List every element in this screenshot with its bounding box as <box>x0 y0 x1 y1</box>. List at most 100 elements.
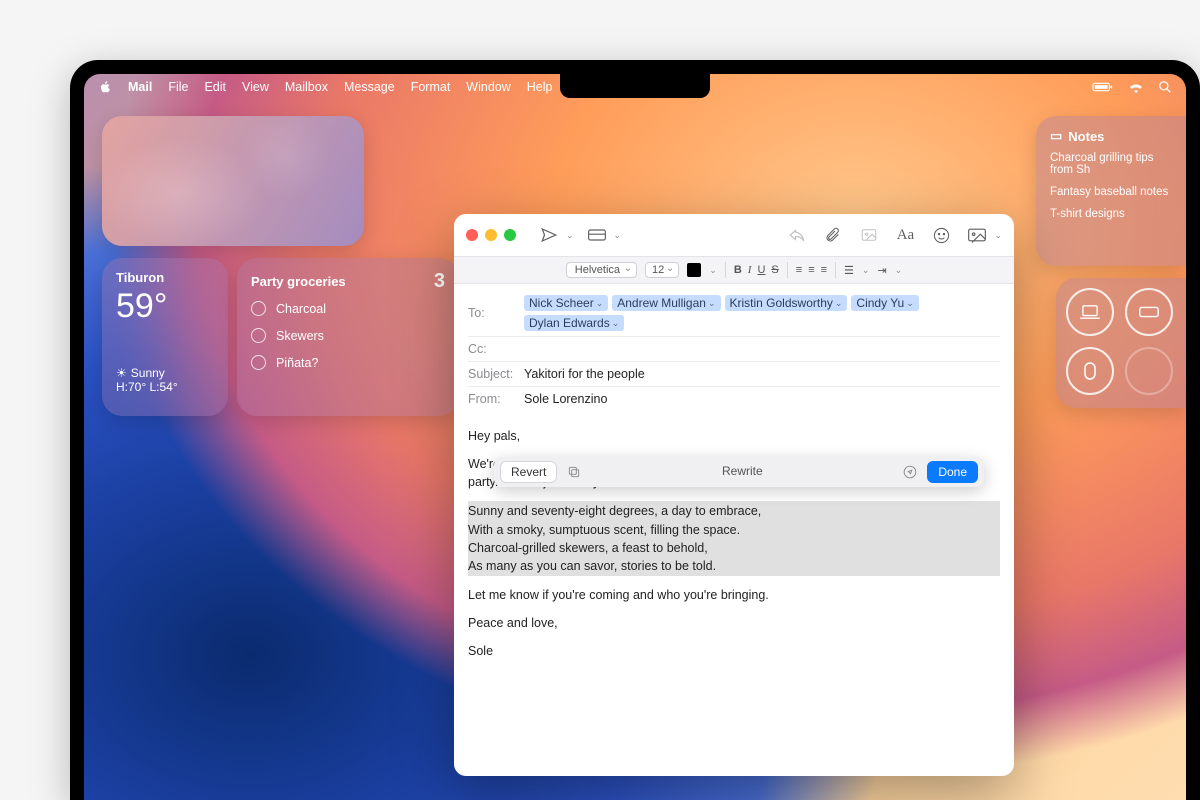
align-right-icon[interactable]: ≡ <box>821 264 827 276</box>
folder-icon: ▭ <box>1050 128 1062 144</box>
keyboard-device-icon[interactable] <box>1125 288 1173 336</box>
copy-icon[interactable] <box>565 465 583 479</box>
body-signature: Sole <box>468 642 1000 660</box>
notes-widget[interactable]: ▭Notes Charcoal grilling tips from Sh Fa… <box>1036 116 1186 266</box>
reminders-widget[interactable]: Party groceries 3 Charcoal Skewers Piñat… <box>237 258 459 416</box>
italic-button[interactable]: I <box>748 264 752 276</box>
reminder-item[interactable]: Skewers <box>251 328 445 343</box>
mouse-device-icon[interactable] <box>1066 347 1114 395</box>
compose-toolbar: ⌄ ⌄ Aa ⌄ <box>454 214 1014 256</box>
format-bar: Helvetica 12 ⌄ B I U S ≡ ≡ ≡ ☰ ⌄ <box>454 256 1014 284</box>
window-controls <box>466 229 516 241</box>
spotlight-icon[interactable] <box>1158 80 1172 94</box>
minimize-button[interactable] <box>485 229 497 241</box>
align-left-icon[interactable]: ≡ <box>796 264 802 276</box>
weather-widget[interactable]: Tiburon 59° ☀︎ Sunny H:70° L:54° <box>102 258 228 416</box>
header-fields-button[interactable] <box>584 222 610 248</box>
from-field[interactable]: Sole Lorenzino <box>524 392 607 406</box>
chevron-down-icon[interactable]: ⌄ <box>994 230 1002 241</box>
apple-menu-icon[interactable] <box>98 80 112 94</box>
menubar-item-view[interactable]: View <box>242 80 269 94</box>
reminders-title: Party groceries <box>251 274 346 289</box>
recipient-token[interactable]: Nick Scheer <box>524 295 608 311</box>
subject-field[interactable]: Yakitori for the people <box>524 367 645 381</box>
chevron-down-icon[interactable]: ⌄ <box>709 265 717 276</box>
desktop-screen: Mail File Edit View Mailbox Message Form… <box>84 74 1186 800</box>
bold-button[interactable]: B <box>734 264 742 276</box>
chevron-down-icon[interactable]: ⌄ <box>566 230 574 241</box>
note-item[interactable]: T-shirt designs <box>1050 208 1172 220</box>
to-label: To: <box>468 306 516 320</box>
reply-button[interactable] <box>784 222 810 248</box>
compose-window: ⌄ ⌄ Aa ⌄ Helvetica 12 ⌄ B <box>454 214 1014 776</box>
compose-headers: To: Nick Scheer Andrew Mulligan Kristin … <box>454 284 1014 417</box>
laptop-frame: Mail File Edit View Mailbox Message Form… <box>70 60 1200 800</box>
reminder-item[interactable]: Charcoal <box>251 301 445 316</box>
font-family-select[interactable]: Helvetica <box>566 262 637 278</box>
attach-button[interactable] <box>820 222 846 248</box>
empty-device-icon <box>1125 347 1173 395</box>
alignment-group: ≡ ≡ ≡ <box>796 264 827 276</box>
subject-label: Subject: <box>468 367 516 381</box>
menubar-item-help[interactable]: Help <box>527 80 553 94</box>
photo-browser-button[interactable] <box>964 222 990 248</box>
list-button[interactable]: ☰ <box>844 264 854 277</box>
indent-button[interactable]: ⇥ <box>877 264 886 277</box>
to-recipients[interactable]: Nick Scheer Andrew Mulligan Kristin Gold… <box>524 295 1000 331</box>
weather-temp: 59° <box>116 287 214 326</box>
cc-row: Cc: <box>468 337 1000 362</box>
menubar-app-name[interactable]: Mail <box>128 80 152 94</box>
zoom-button[interactable] <box>504 229 516 241</box>
selected-text-block: Sunny and seventy-eight degrees, a day t… <box>468 501 1000 576</box>
emoji-button[interactable] <box>928 222 954 248</box>
menubar-item-window[interactable]: Window <box>466 80 510 94</box>
chevron-down-icon[interactable]: ⌄ <box>862 265 870 276</box>
align-center-icon[interactable]: ≡ <box>808 264 814 276</box>
writing-tools-popup: Revert Rewrite Done <box>494 457 984 487</box>
revert-button[interactable]: Revert <box>500 461 557 483</box>
recipient-token[interactable]: Dylan Edwards <box>524 315 624 331</box>
find-my-widget[interactable] <box>1056 278 1186 408</box>
compass-icon[interactable] <box>901 465 919 479</box>
markup-button[interactable] <box>856 222 882 248</box>
menubar-item-edit[interactable]: Edit <box>204 80 226 94</box>
wifi-icon[interactable] <box>1128 81 1144 93</box>
body-signoff: Peace and love, <box>468 614 1000 632</box>
radio-icon[interactable] <box>251 328 266 343</box>
done-button[interactable]: Done <box>927 461 978 483</box>
radio-icon[interactable] <box>251 355 266 370</box>
radio-icon[interactable] <box>251 301 266 316</box>
display-notch <box>560 74 710 98</box>
note-item[interactable]: Fantasy baseball notes <box>1050 186 1172 198</box>
writing-tools-mode: Rewrite <box>591 463 893 480</box>
weather-city: Tiburon <box>116 270 214 285</box>
recipient-token[interactable]: Cindy Yu <box>851 295 918 311</box>
menubar-item-format[interactable]: Format <box>411 80 451 94</box>
underline-button[interactable]: U <box>757 264 765 276</box>
format-button[interactable]: Aa <box>892 222 918 248</box>
font-size-select[interactable]: 12 <box>645 262 679 278</box>
weather-range: H:70° L:54° <box>116 380 214 394</box>
recipient-token[interactable]: Kristin Goldsworthy <box>725 295 848 311</box>
send-button[interactable] <box>536 222 562 248</box>
menubar-item-mailbox[interactable]: Mailbox <box>285 80 328 94</box>
laptop-device-icon[interactable] <box>1066 288 1114 336</box>
chevron-down-icon[interactable]: ⌄ <box>895 265 903 276</box>
recipient-token[interactable]: Andrew Mulligan <box>612 295 720 311</box>
text-color-swatch[interactable] <box>687 263 701 277</box>
reminder-item[interactable]: Piñata? <box>251 355 445 370</box>
cc-label: Cc: <box>468 342 516 356</box>
chevron-down-icon[interactable]: ⌄ <box>614 230 622 241</box>
reminders-count: 3 <box>434 270 445 293</box>
compose-body[interactable]: Hey pals, We're finally settled into the… <box>454 417 1014 776</box>
body-paragraph: Let me know if you're coming and who you… <box>468 586 1000 604</box>
menubar-item-message[interactable]: Message <box>344 80 395 94</box>
close-button[interactable] <box>466 229 478 241</box>
menubar-item-file[interactable]: File <box>168 80 188 94</box>
photos-widget[interactable] <box>102 116 364 246</box>
from-row: From: Sole Lorenzino <box>468 387 1000 411</box>
strikethrough-button[interactable]: S <box>771 264 778 276</box>
weather-condition: ☀︎ Sunny <box>116 366 214 380</box>
note-item[interactable]: Charcoal grilling tips from Sh <box>1050 152 1172 176</box>
battery-icon[interactable] <box>1092 81 1114 93</box>
